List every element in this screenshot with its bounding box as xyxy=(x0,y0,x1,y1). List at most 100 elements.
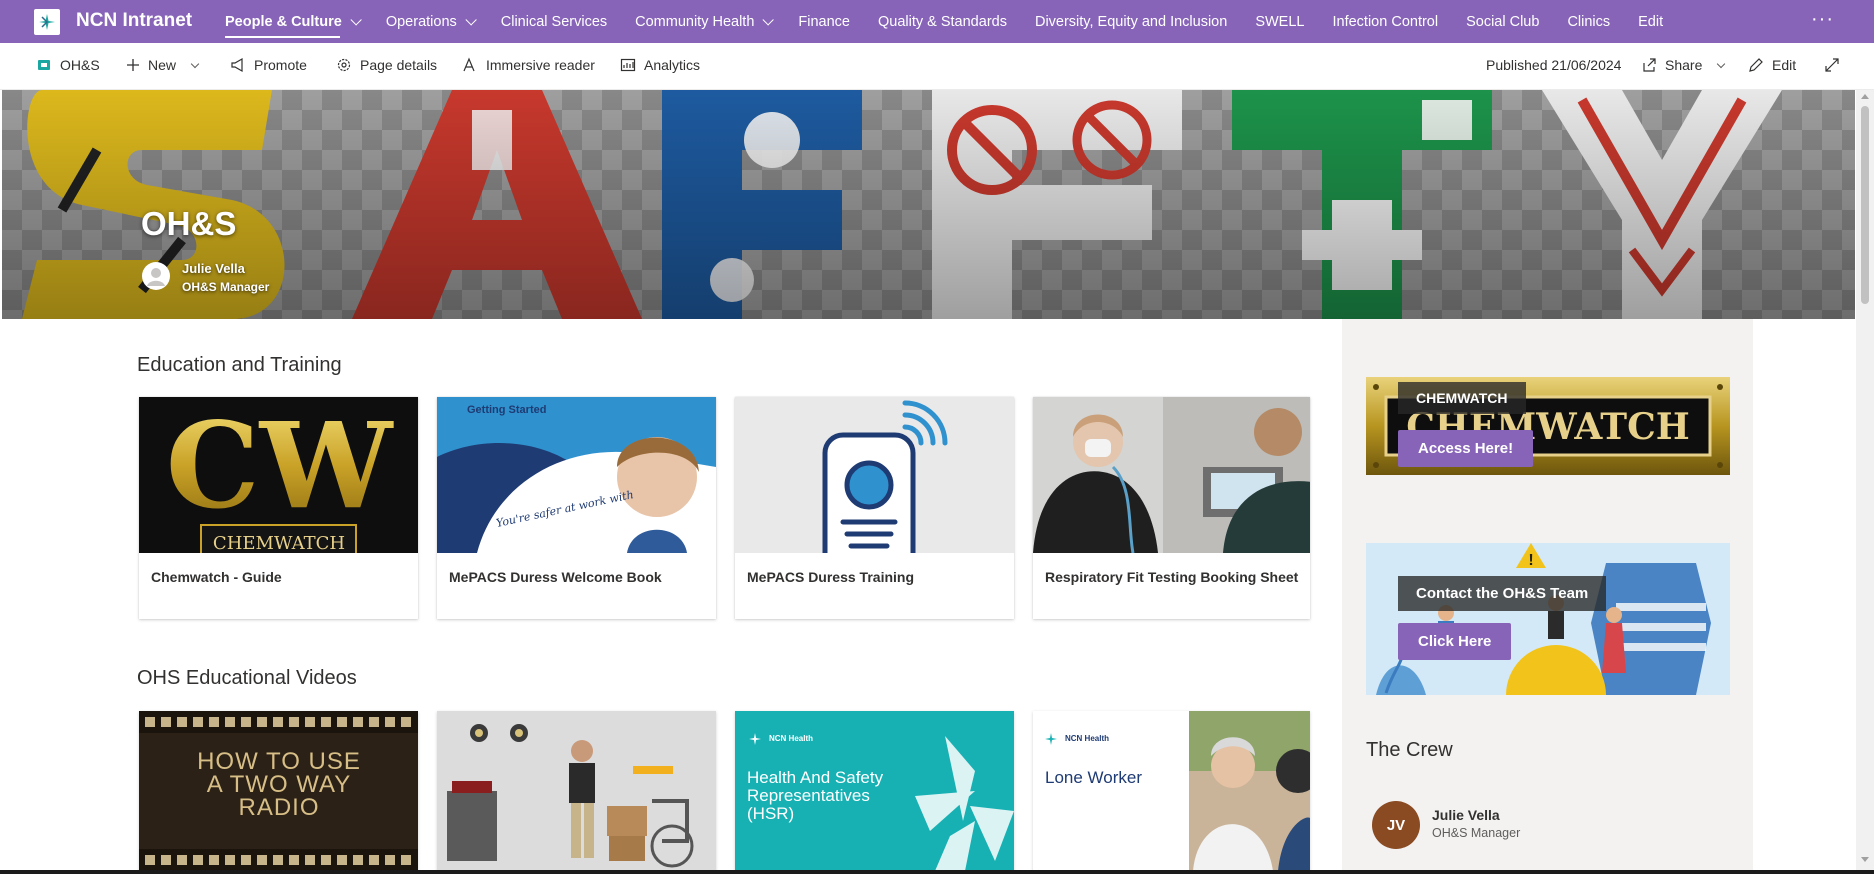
section-title-education: Education and Training xyxy=(137,354,342,376)
megaphone-icon xyxy=(231,57,243,73)
card-title: MePACS Duress Training xyxy=(747,569,915,585)
plus-icon xyxy=(127,59,139,71)
nav-item-label: Clinical Services xyxy=(500,13,608,30)
promote-button[interactable]: Promote xyxy=(230,57,307,73)
video-lone-worker[interactable]: NCN Health Lone Worker xyxy=(1033,711,1310,871)
sharepoint-page-icon xyxy=(38,60,50,70)
mepacs-welcome-thumbnail: Getting Started You're safer at work wit… xyxy=(437,397,716,553)
getting-started-text: Getting Started xyxy=(467,404,546,416)
nav-item-label: Clinics xyxy=(1567,13,1611,30)
immersive-reader-button[interactable]: Immersive reader xyxy=(462,57,595,73)
card-title: MePACS Duress Welcome Book xyxy=(449,569,662,585)
nav-item-label: People & Culture xyxy=(225,13,342,30)
nav-item-swell[interactable]: SWELL xyxy=(1255,0,1304,43)
nav-item-clinical-services[interactable]: Clinical Services xyxy=(501,0,607,43)
nav-item-finance[interactable]: Finance xyxy=(798,0,850,43)
page-title: OH&S xyxy=(141,205,237,242)
page-name-breadcrumb[interactable]: OH&S xyxy=(36,57,100,73)
hsr-thumbnail: NCN Health Health And Safety Representat… xyxy=(735,711,1014,871)
right-sidebar-column: CHEMWATCH CHEMWATCH Access Here! ! Conta… xyxy=(1342,319,1753,874)
video-manual-handling[interactable] xyxy=(437,711,716,871)
hsr-heading: Health And Safety Representatives (HSR) xyxy=(747,769,884,823)
svg-text:!: ! xyxy=(1528,552,1533,569)
author-avatar[interactable] xyxy=(142,262,170,290)
pencil-icon xyxy=(1749,58,1763,72)
nav-item-label: SWELL xyxy=(1255,13,1305,30)
published-date: Published 21/06/2024 xyxy=(1486,57,1622,73)
nav-item-label: Finance xyxy=(798,13,850,30)
scroll-up-arrow-icon[interactable] xyxy=(1861,94,1869,99)
top-navigation-menu: People & Culture Operations Clinical Servi… xyxy=(225,0,1691,43)
analytics-button[interactable]: Analytics xyxy=(620,57,700,73)
chemwatch-thumbnail: CW CHEMWATCH xyxy=(139,397,418,553)
nav-item-social-club[interactable]: Social Club xyxy=(1466,0,1539,43)
crew-member-name[interactable]: Julie Vella xyxy=(1432,807,1500,823)
card-respiratory-fit-testing[interactable]: Respiratory Fit Testing Booking Sheet xyxy=(1033,397,1310,619)
svg-text:NCN Health: NCN Health xyxy=(1065,734,1109,743)
share-button[interactable]: Share xyxy=(1641,57,1726,73)
nav-item-label: Edit xyxy=(1638,13,1664,30)
nav-item-edit[interactable]: Edit xyxy=(1638,0,1663,43)
safety-signs-banner-image xyxy=(2,90,1855,319)
contact-ohs-team-label: Contact the OH&S Team xyxy=(1398,576,1607,611)
nav-item-community-health[interactable]: Community Health xyxy=(635,0,775,43)
suite-navigation-bar: NCN Intranet People & Culture Operations C… xyxy=(0,0,1874,43)
card-mepacs-welcome-book[interactable]: Getting Started You're safer at work wit… xyxy=(437,397,716,619)
nav-item-people-and-culture[interactable]: People & Culture xyxy=(225,0,362,43)
nav-item-infection-control[interactable]: Infection Control xyxy=(1333,0,1439,43)
svg-text:RADIO: RADIO xyxy=(238,794,319,821)
chemwatch-logo-text: CW xyxy=(166,397,394,535)
author-role: OH&S Manager xyxy=(182,280,270,294)
section-title-the-crew: The Crew xyxy=(1366,739,1453,761)
chemwatch-banner[interactable]: CHEMWATCH CHEMWATCH Access Here! xyxy=(1366,377,1730,475)
chemwatch-label: CHEMWATCH xyxy=(1398,382,1526,414)
chemwatch-logo-subtext: CHEMWATCH xyxy=(213,533,345,553)
hero-banner: OH&S Julie Vella OH&S Manager xyxy=(2,90,1855,319)
chevron-down-icon xyxy=(350,13,362,26)
click-here-button[interactable]: Click Here xyxy=(1398,623,1512,660)
scrollbar-thumb[interactable] xyxy=(1861,106,1869,304)
nav-item-diversity-equity-and-inclusion[interactable]: Diversity, Equity and Inclusion xyxy=(1035,0,1227,43)
site-logo-icon[interactable] xyxy=(34,9,60,35)
nav-item-label: Operations xyxy=(385,13,457,30)
card-mepacs-duress-training[interactable]: MePACS Duress Training xyxy=(735,397,1014,619)
more-options-icon[interactable]: ··· xyxy=(1811,8,1834,31)
nav-item-label: Diversity, Equity and Inclusion xyxy=(1034,13,1228,30)
chevron-down-icon xyxy=(1717,59,1726,68)
svg-text:NCN Health: NCN Health xyxy=(769,734,813,743)
chevron-down-icon xyxy=(762,13,775,26)
video-two-way-radio[interactable]: HOW TO USE A TWO WAY RADIO xyxy=(139,711,418,871)
site-title[interactable]: NCN Intranet xyxy=(76,10,192,32)
lone-worker-heading: Lone Worker xyxy=(1045,768,1142,787)
contact-ohs-banner[interactable]: ! Contact the OH&S Team Click Here xyxy=(1366,543,1730,695)
card-title: Respiratory Fit Testing Booking Sheet xyxy=(1045,569,1299,585)
crew-member-role: OH&S Manager xyxy=(1432,826,1521,840)
expand-icon[interactable] xyxy=(1824,57,1840,73)
card-title: Chemwatch - Guide xyxy=(151,569,282,585)
chevron-down-icon xyxy=(465,13,477,26)
video-health-safety-representatives[interactable]: NCN Health Health And Safety Representat… xyxy=(735,711,1014,871)
access-here-button[interactable]: Access Here! xyxy=(1398,430,1534,467)
scroll-down-arrow-icon[interactable] xyxy=(1861,857,1869,862)
page-scrollbar[interactable] xyxy=(1856,90,1874,874)
immersive-reader-icon xyxy=(463,57,475,72)
chevron-down-icon xyxy=(190,59,200,68)
page-details-button[interactable]: Page details xyxy=(336,57,437,73)
lone-worker-thumbnail: NCN Health Lone Worker xyxy=(1033,711,1310,871)
new-button[interactable]: New xyxy=(126,57,200,73)
card-chemwatch-guide[interactable]: CW CHEMWATCH Chemwatch - Guide xyxy=(139,397,418,619)
two-way-radio-thumbnail: HOW TO USE A TWO WAY RADIO xyxy=(139,711,418,871)
share-icon xyxy=(1643,58,1656,72)
nav-item-operations[interactable]: Operations xyxy=(385,0,477,43)
fit-testing-photo-thumbnail xyxy=(1033,397,1310,553)
page-command-bar: OH&S New Promote Page details Immersive … xyxy=(0,43,1874,90)
nav-item-clinics[interactable]: Clinics xyxy=(1567,0,1610,43)
edit-button[interactable]: Edit xyxy=(1748,57,1796,73)
manual-handling-thumbnail xyxy=(437,711,716,871)
avatar[interactable]: JV xyxy=(1372,801,1420,849)
nav-item-quality-and-standards[interactable]: Quality & Standards xyxy=(878,0,1007,43)
gear-icon xyxy=(337,58,351,72)
analytics-icon xyxy=(620,58,636,72)
mepacs-device-thumbnail xyxy=(735,397,1014,553)
author-name[interactable]: Julie Vella xyxy=(182,261,245,276)
